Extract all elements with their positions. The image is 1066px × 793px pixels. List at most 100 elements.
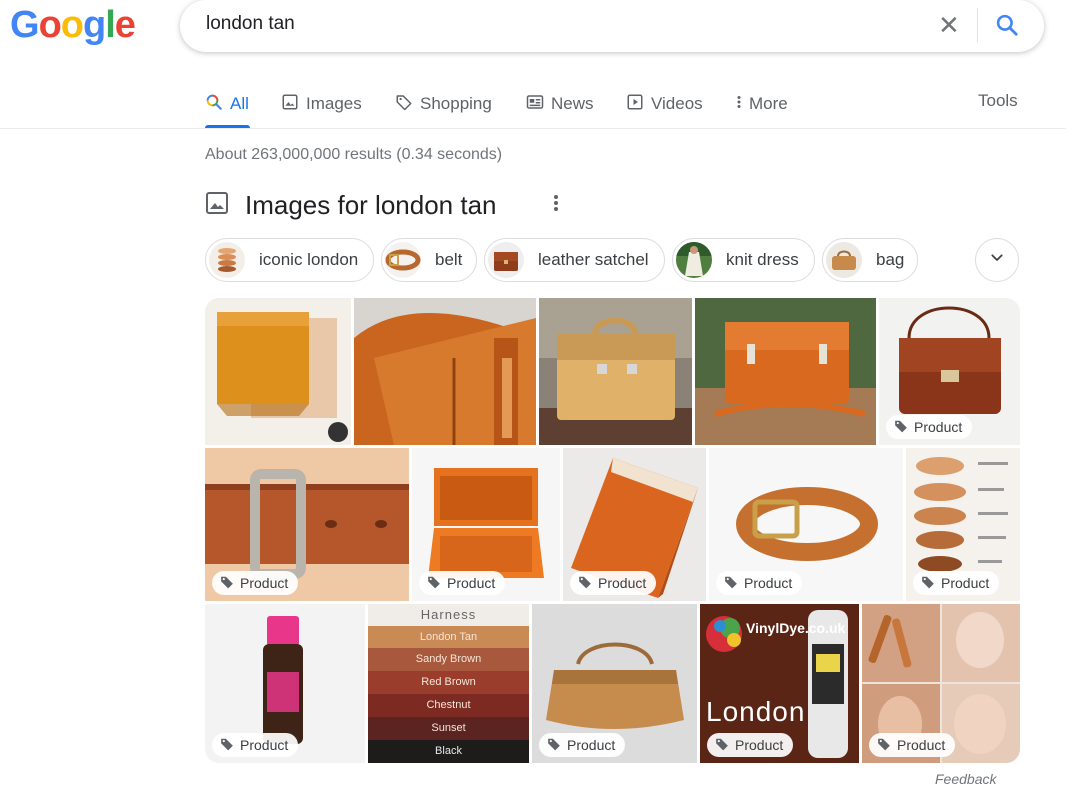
tag-icon (220, 575, 234, 592)
chip-label: bag (876, 250, 905, 269)
tag-icon (220, 737, 234, 754)
image-result[interactable] (539, 298, 692, 445)
image-icon (281, 93, 299, 116)
chip-thumbnail (209, 242, 245, 278)
tab-all[interactable]: All (205, 91, 249, 117)
tab-more[interactable]: More (735, 91, 788, 117)
tag-icon (395, 93, 413, 116)
image-results-grid: Product Product Product Product Product … (205, 298, 1020, 763)
header-divider (0, 128, 1066, 129)
tag-icon (427, 575, 441, 592)
tag-icon (715, 737, 729, 754)
chip-thumbnail (385, 242, 421, 278)
chevron-down-icon (989, 250, 1005, 271)
tab-videos[interactable]: Videos (626, 91, 703, 117)
image-result[interactable]: VinylDye.co.uk London Product (700, 604, 859, 763)
tag-icon (724, 575, 738, 592)
tab-images[interactable]: Images (281, 91, 362, 117)
image-result[interactable]: Product (205, 448, 409, 601)
chip-belt[interactable]: belt (381, 238, 477, 282)
chip-knit-dress[interactable]: knit dress (672, 238, 815, 282)
chip-thumbnail (826, 242, 862, 278)
tab-label: Images (306, 94, 362, 113)
tag-icon (578, 575, 592, 592)
chip-iconic-london[interactable]: iconic london (205, 238, 374, 282)
image-result[interactable]: Product (563, 448, 706, 601)
close-icon[interactable]: ✕ (938, 12, 960, 38)
product-badge-label: Product (567, 737, 616, 753)
tab-label: News (551, 94, 594, 113)
logo-letter: l (105, 4, 116, 46)
tag-icon (921, 575, 935, 592)
chip-label: belt (435, 250, 463, 269)
image-result[interactable]: Harness London Tan Sandy Brown Red Brown… (368, 604, 529, 763)
tag-icon (547, 737, 561, 754)
product-badge: Product (707, 733, 794, 757)
search-icon[interactable] (994, 12, 1020, 43)
result-stats: About 263,000,000 results (0.34 seconds) (205, 146, 503, 163)
product-badge-label: Product (941, 575, 990, 591)
chip-label: knit dress (726, 250, 799, 269)
swatch-row: Sunset (368, 717, 529, 740)
vertical-dots-icon[interactable] (553, 194, 559, 213)
harness-swatch-heading: Harness (420, 607, 477, 622)
image-result[interactable] (695, 298, 876, 445)
product-badge: Product (716, 571, 803, 595)
product-badge-label: Product (735, 737, 784, 753)
chip-label: leather satchel (538, 250, 649, 269)
chip-thumbnail (488, 242, 524, 278)
swatch-row: Sandy Brown (368, 648, 529, 671)
swatch-row: London Tan (368, 626, 529, 648)
vertical-dots-icon (735, 93, 743, 116)
image-result[interactable] (205, 298, 351, 445)
swatch-row: Black (368, 740, 529, 763)
product-badge: Product (570, 571, 657, 595)
product-badge-label: Product (897, 737, 946, 753)
chip-bag[interactable]: bag (822, 238, 918, 282)
images-section-header: Images for london tan (205, 190, 558, 221)
logo-letter: o (60, 4, 84, 46)
image-result[interactable]: Product (906, 448, 1020, 601)
tools-button[interactable]: Tools (978, 91, 1018, 111)
image-result[interactable]: Product (862, 604, 1020, 763)
tab-label: More (749, 94, 788, 113)
search-box[interactable]: london tan ✕ (180, 0, 1044, 52)
image-result[interactable] (354, 298, 536, 445)
logo-letter: g (83, 4, 106, 46)
feedback-link[interactable]: Feedback (935, 771, 996, 787)
image-result[interactable]: Product (879, 298, 1020, 445)
tag-icon (877, 737, 891, 754)
product-badge: Product (419, 571, 506, 595)
image-icon (205, 191, 229, 220)
image-result[interactable]: Product (532, 604, 697, 763)
product-badge: Product (212, 733, 299, 757)
image-result[interactable]: Product (709, 448, 903, 601)
search-input[interactable]: london tan (206, 13, 295, 35)
vinyldye-word: London (706, 696, 806, 727)
logo-letter: o (38, 4, 62, 46)
play-icon (626, 93, 644, 116)
tab-news[interactable]: News (526, 91, 594, 117)
vinyldye-brand: VinylDye.co.uk (746, 620, 846, 636)
image-result[interactable]: Product (412, 448, 560, 601)
chip-leather-satchel[interactable]: leather satchel (484, 238, 665, 282)
image-result[interactable]: Product (205, 604, 365, 763)
tag-icon (894, 419, 908, 436)
logo-letter: G (10, 4, 40, 46)
product-badge: Product (539, 733, 626, 757)
product-badge-label: Product (240, 575, 289, 591)
product-badge-label: Product (447, 575, 496, 591)
tab-label: Videos (651, 94, 703, 113)
product-badge: Product (913, 571, 1000, 595)
product-badge-label: Product (598, 575, 647, 591)
google-logo[interactable]: Google (10, 4, 136, 47)
product-badge-label: Product (744, 575, 793, 591)
tab-shopping[interactable]: Shopping (395, 91, 492, 117)
newspaper-icon (526, 93, 544, 116)
search-multicolor-icon (205, 93, 223, 116)
chips-expand-button[interactable] (975, 238, 1019, 282)
logo-letter: e (114, 4, 136, 46)
product-badge-label: Product (914, 419, 963, 435)
swatch-row: Red Brown (368, 671, 529, 694)
images-section-title[interactable]: Images for london tan (245, 190, 497, 221)
